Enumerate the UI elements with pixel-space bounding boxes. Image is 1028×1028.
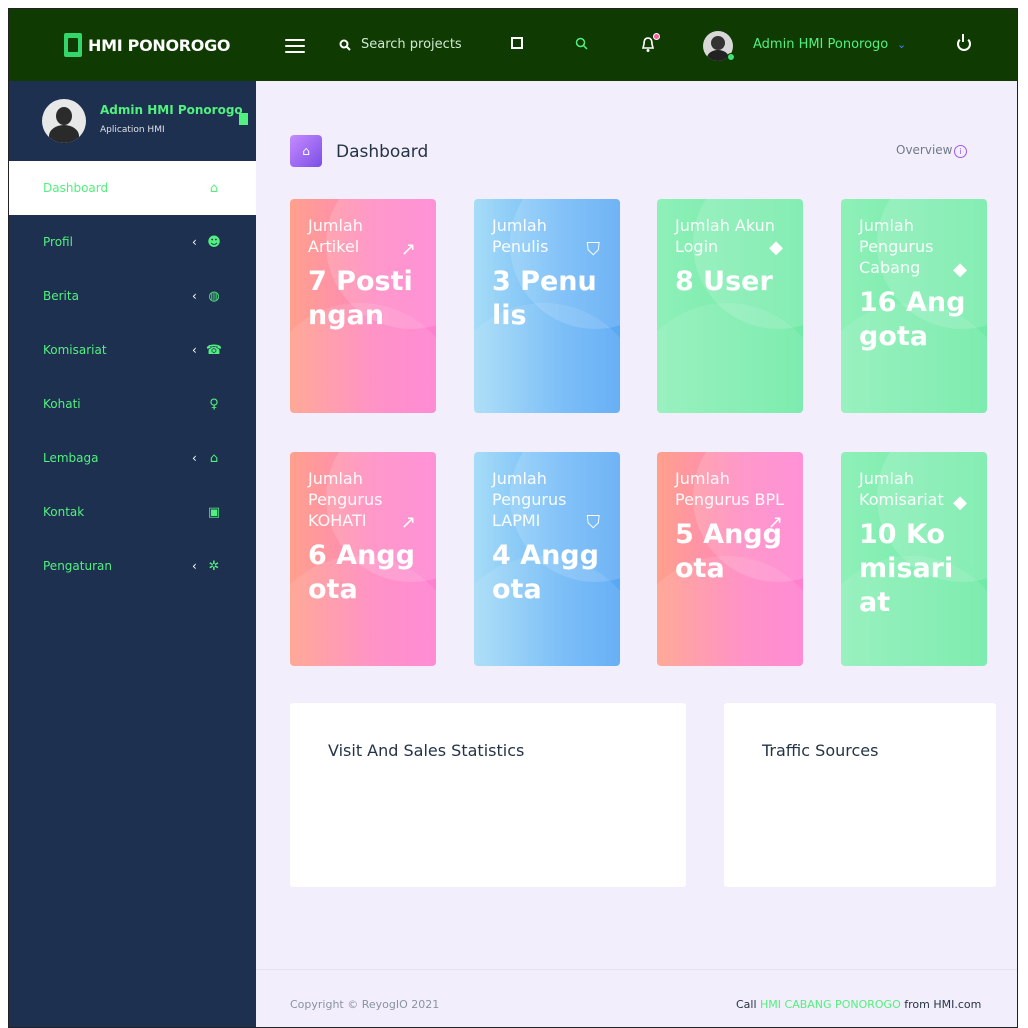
sidebar-item-kohati[interactable]: Kohati ♀ (9, 377, 256, 431)
sidebar-item-kontak[interactable]: Kontak ▣ (9, 485, 256, 539)
brand-name: HMI PONOROGO (88, 35, 231, 55)
bookmark-icon (239, 113, 248, 125)
chart-line-icon: ↗ (400, 239, 416, 260)
hmi-logo-icon (64, 33, 82, 57)
stat-card-value: 7 Postingan (308, 266, 413, 331)
traffic-sources-panel: Traffic Sources (724, 703, 996, 887)
sidebar: Admin HMI Ponorogo Aplication HMI Dashbo… (9, 81, 256, 1027)
credit-suffix: from HMI.com (900, 998, 982, 1011)
chevron-down-icon[interactable]: ⌄ (897, 38, 906, 51)
sidebar-item-label: Dashboard (43, 181, 109, 195)
profile-name: Admin HMI Ponorogo (100, 103, 243, 117)
profile-role: Aplication HMI (100, 125, 165, 135)
footer: Copyright © ReyogIO 2021 Call HMI CABANG… (256, 969, 1017, 1027)
chart-line-icon: ↗ (400, 512, 416, 533)
stat-card-value: 4 Anggota (492, 540, 599, 605)
main-content: ⌂ Dashboard Overview i Jumlah Artikel 7 P… (256, 81, 1017, 1027)
chevron-left-icon: ‹ (192, 559, 197, 573)
stat-card[interactable]: Jumlah Pengurus BPL 5 Anggota ↗ (657, 452, 803, 666)
credit-text: Call HMI CABANG PONOROGO from HMI.com (736, 998, 981, 1011)
panel-title: Visit And Sales Statistics (328, 741, 525, 760)
contact-card-icon: ▣ (207, 504, 221, 520)
sidebar-item-label: Kohati (43, 397, 81, 411)
sidebar-item-label: Berita (43, 289, 79, 303)
sidebar-item-profil[interactable]: Profil ‹ ☻ (9, 215, 256, 269)
sidebar-item-dashboard[interactable]: Dashboard ⌂ (9, 161, 256, 215)
stat-card[interactable]: Jumlah Penulis 3 Penulis ⛉ (474, 199, 620, 413)
diamond-icon: ◆ (953, 492, 967, 513)
stat-card-label: Jumlah Pengurus BPL (675, 469, 785, 509)
stat-card-label: Jumlah Pengurus LAPMI (492, 469, 567, 530)
users-icon: ☎ (205, 342, 223, 358)
diamond-icon: ◆ (769, 237, 783, 258)
app-frame: HMI PONOROGO Admin HMI Ponorogo ⌄ (8, 8, 1018, 1028)
fullscreen-icon[interactable] (511, 37, 523, 49)
credit-link[interactable]: HMI CABANG PONOROGO (760, 998, 901, 1011)
stat-card[interactable]: Jumlah Artikel 7 Postingan ↗ (290, 199, 436, 413)
bookmark-icon: ⛉ (586, 512, 601, 533)
menu-toggle-icon[interactable] (285, 39, 305, 53)
copyright-text: Copyright © ReyogIO 2021 (290, 998, 440, 1011)
chevron-left-icon: ‹ (192, 235, 197, 249)
sidebar-item-pengaturan[interactable]: Pengaturan ‹ ✲ (9, 539, 256, 593)
building-icon: ⌂ (209, 450, 219, 466)
sidebar-nav: Dashboard ⌂ Profil ‹ ☻ Berita ‹ ◍ Komisariat ‹ ☎ Ko… (9, 161, 256, 593)
sidebar-item-komisariat[interactable]: Komisariat ‹ ☎ (9, 323, 256, 377)
chevron-left-icon: ‹ (192, 343, 197, 357)
overview-link[interactable]: Overview (896, 143, 953, 157)
sidebar-item-label: Kontak (43, 505, 85, 519)
visit-sales-panel: Visit And Sales Statistics (290, 703, 686, 887)
sidebar-profile[interactable]: Admin HMI Ponorogo Aplication HMI (9, 81, 256, 161)
brand-logo[interactable]: HMI PONOROGO (64, 33, 231, 57)
chevron-left-icon: ‹ (192, 451, 197, 465)
page-title: Dashboard (336, 142, 429, 162)
bookmark-icon: ⛉ (586, 239, 601, 260)
stat-card-value: 3 Penulis (492, 266, 597, 331)
globe-icon: ◍ (208, 288, 220, 304)
notification-badge (653, 33, 660, 40)
search-icon[interactable] (575, 37, 588, 50)
credit-prefix: Call (736, 998, 761, 1011)
top-navbar: HMI PONOROGO Admin HMI Ponorogo ⌄ (9, 9, 1017, 81)
stat-card[interactable]: Jumlah Pengurus LAPMI 4 Anggota ⛉ (474, 452, 620, 666)
search-input[interactable] (361, 37, 481, 52)
sidebar-item-lembaga[interactable]: Lembaga ‹ ⌂ (9, 431, 256, 485)
stat-card-value: 6 Anggota (308, 540, 415, 605)
diamond-icon: ◆ (953, 259, 967, 280)
stat-card-value: 10 Komisariat (859, 519, 954, 618)
panel-title: Traffic Sources (762, 741, 879, 760)
sidebar-item-label: Komisariat (43, 343, 107, 357)
stat-card[interactable]: Jumlah Akun Login 8 User ◆ (657, 199, 803, 413)
gear-icon: ✲ (208, 558, 220, 574)
sidebar-item-label: Lembaga (43, 451, 99, 465)
stat-card-value: 8 User (675, 266, 773, 297)
stat-card[interactable]: Jumlah Pengurus KOHATI 6 Anggota ↗ (290, 452, 436, 666)
sidebar-item-berita[interactable]: Berita ‹ ◍ (9, 269, 256, 323)
female-icon: ♀ (209, 396, 219, 412)
home-icon: ⌂ (290, 135, 322, 167)
sidebar-item-label: Pengaturan (43, 559, 112, 573)
stat-card[interactable]: Jumlah Pengurus Cabang 16 Anggota ◆ (841, 199, 987, 413)
home-icon: ⌂ (209, 180, 219, 196)
avatar (42, 99, 86, 143)
sidebar-item-label: Profil (43, 235, 73, 249)
search-icon (339, 39, 351, 51)
chevron-left-icon: ‹ (192, 289, 197, 303)
stat-card[interactable]: Jumlah Komisariat 10 Komisariat ◆ (841, 452, 987, 666)
chart-line-icon: ↗ (767, 512, 783, 533)
bell-icon[interactable] (641, 37, 655, 53)
online-status-dot (727, 53, 735, 61)
face-icon: ☻ (207, 234, 221, 250)
user-menu-name[interactable]: Admin HMI Ponorogo (753, 37, 888, 52)
info-icon: i (954, 145, 967, 158)
stat-card-value: 16 Anggota (859, 287, 966, 352)
stat-card-label: Jumlah Penulis (492, 216, 549, 256)
power-icon[interactable] (957, 34, 971, 51)
